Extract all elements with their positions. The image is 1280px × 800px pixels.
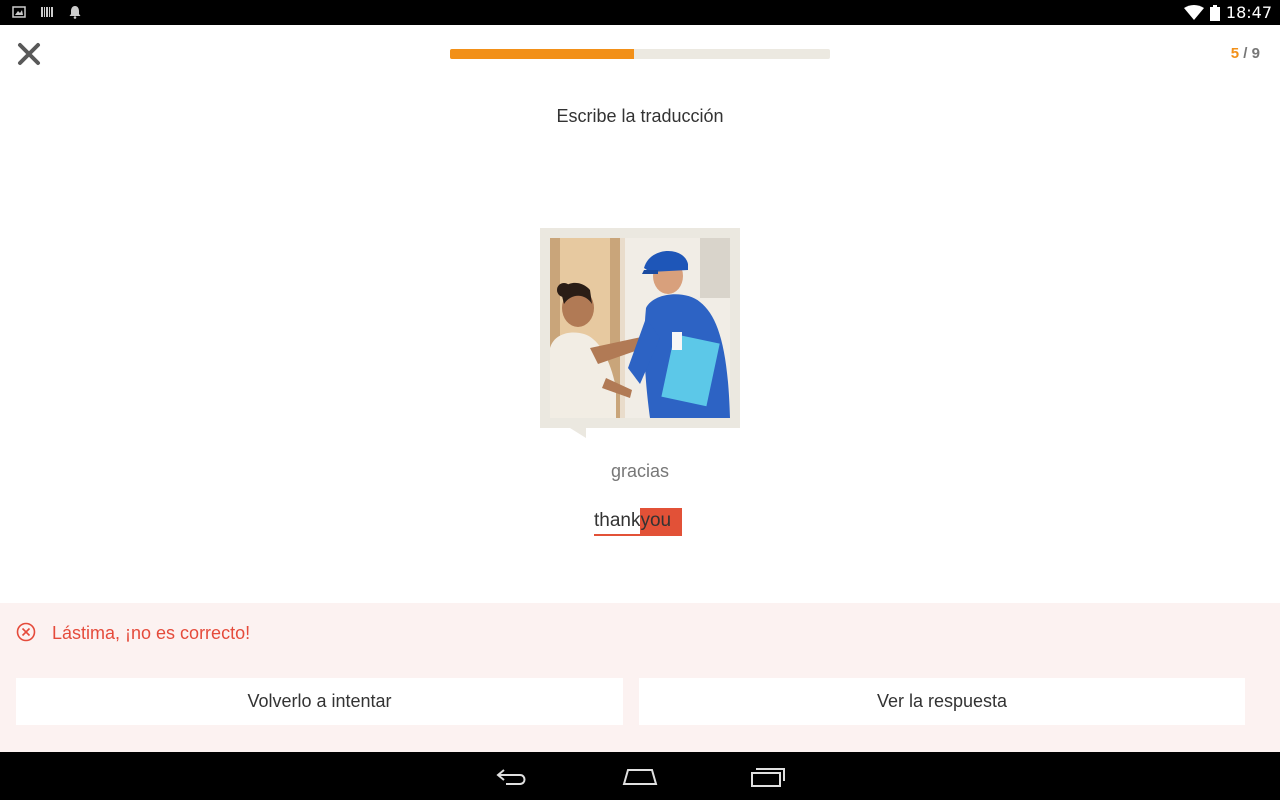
exercise-photo bbox=[550, 238, 730, 418]
show-answer-button[interactable]: Ver la respuesta bbox=[639, 678, 1245, 725]
close-icon[interactable] bbox=[16, 41, 42, 67]
answer-correct-part: thank bbox=[594, 510, 641, 531]
answer-input[interactable]: thank you bbox=[594, 508, 683, 536]
question-counter: 5 / 9 bbox=[1231, 45, 1260, 62]
screen: 18:47 5 / 9 Escribe la traducción gracia… bbox=[0, 0, 1280, 800]
image-icon bbox=[12, 6, 26, 18]
feedback-panel: Lástima, ¡no es correcto! Volverlo a int… bbox=[0, 603, 1280, 752]
exercise-instruction: Escribe la traducción bbox=[556, 106, 724, 126]
wifi-icon bbox=[1183, 4, 1204, 20]
barcode-icon bbox=[41, 7, 53, 17]
counter-current: 5 bbox=[1230, 45, 1240, 62]
status-bar: 18:47 bbox=[0, 0, 1280, 25]
lesson-progress-bar bbox=[450, 49, 830, 59]
speech-tail bbox=[570, 428, 586, 438]
notification-bell-icon bbox=[69, 6, 81, 19]
prompt-word: gracias bbox=[610, 461, 670, 481]
counter-separator: / bbox=[1239, 45, 1252, 62]
feedback-message: Lástima, ¡no es correcto! bbox=[52, 623, 251, 643]
navigation-bar bbox=[0, 752, 1280, 800]
counter-total: 9 bbox=[1251, 45, 1260, 62]
recents-icon[interactable] bbox=[750, 764, 786, 788]
clock: 18:47 bbox=[1225, 3, 1272, 22]
exercise-picture-card bbox=[540, 228, 740, 438]
back-icon[interactable] bbox=[494, 764, 530, 788]
retry-button[interactable]: Volverlo a intentar bbox=[16, 678, 623, 725]
battery-icon bbox=[1209, 4, 1220, 21]
home-icon[interactable] bbox=[622, 764, 658, 788]
lesson-screen: 5 / 9 Escribe la traducción gracias than… bbox=[0, 25, 1280, 752]
lesson-progress-fill bbox=[450, 49, 634, 59]
answer-error-highlight: you bbox=[640, 508, 683, 534]
error-circle-icon bbox=[16, 622, 36, 642]
